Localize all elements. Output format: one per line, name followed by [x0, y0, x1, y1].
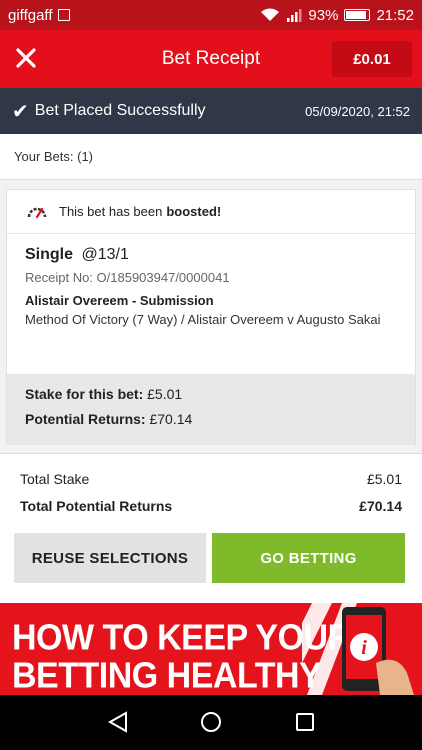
- app-header: Bet Receipt £0.01: [0, 30, 422, 88]
- total-stake-value: £5.01: [366, 471, 402, 487]
- back-icon[interactable]: [107, 711, 127, 733]
- bet-odds: @13/1: [81, 246, 129, 263]
- close-button[interactable]: [10, 42, 42, 74]
- responsible-gambling-banner[interactable]: HOW TO KEEP YOUR BETTING HEALTHY i: [0, 603, 422, 695]
- returns-value: £70.14: [149, 411, 193, 427]
- market-description: Method Of Victory (7 Way) / Alistair Ove…: [25, 312, 381, 327]
- returns-label: Potential Returns:: [25, 411, 146, 427]
- bet-card: This bet has been boosted! Single @13/1 …: [6, 189, 416, 445]
- image-notification-icon: [57, 9, 70, 21]
- bet-datetime: 05/09/2020, 21:52: [305, 103, 410, 119]
- signal-icon: [287, 9, 302, 22]
- status-right: 93% 21:52: [260, 7, 414, 24]
- stake-value: £5.01: [147, 386, 183, 402]
- system-nav-bar: [0, 695, 422, 750]
- total-stake-row: Total Stake £5.01: [0, 471, 422, 487]
- wifi-icon: [261, 8, 280, 21]
- status-bar: giffgaff 93% 21:52: [0, 0, 422, 30]
- bet-info: Single @13/1 Receipt No: O/185903947/000…: [7, 234, 415, 374]
- nav-buttons: [107, 711, 314, 733]
- bet-type: Single: [25, 246, 74, 263]
- carrier-name: giffgaff: [8, 6, 53, 24]
- carrier-group: giffgaff: [8, 7, 70, 24]
- selection-name: Alistair Overeem - Submission: [25, 293, 214, 308]
- success-message: Bet Placed Successfully: [34, 102, 206, 119]
- stake-label: Stake for this bet:: [25, 386, 144, 402]
- check-icon: ✔: [12, 100, 29, 123]
- banner-line-1: HOW TO KEEP YOUR: [12, 618, 352, 658]
- receipt-number: Receipt No: O/185903947/0000041: [25, 270, 230, 285]
- total-returns-row: Total Potential Returns £70.14: [0, 498, 422, 514]
- go-betting-button[interactable]: GO BETTING: [212, 533, 405, 583]
- recents-icon[interactable]: [296, 713, 314, 731]
- reuse-selections-button[interactable]: REUSE SELECTIONS: [14, 533, 206, 583]
- boost-text: This bet has been: [59, 204, 163, 219]
- home-icon[interactable]: [201, 712, 221, 732]
- boost-bold-text: boosted!: [166, 204, 222, 219]
- phone-illustration: i: [302, 603, 414, 695]
- speedometer-icon: [27, 207, 47, 218]
- total-stake-label: Total Stake: [20, 471, 90, 487]
- total-returns-label: Total Potential Returns: [20, 498, 173, 514]
- success-bar: ✔ Bet Placed Successfully 05/09/2020, 21…: [0, 88, 422, 134]
- banner-line-2: BETTING HEALTHY: [12, 656, 322, 695]
- stake-summary: Stake for this bet: £5.01 Potential Retu…: [7, 374, 415, 445]
- balance-button[interactable]: £0.01: [332, 41, 412, 77]
- page-title: Bet Receipt: [161, 48, 261, 69]
- svg-text:i: i: [361, 637, 367, 659]
- battery-icon: [344, 9, 371, 21]
- close-icon: [16, 48, 36, 68]
- your-bets-count: Your Bets: (1): [0, 134, 422, 180]
- boost-notice: This bet has been boosted!: [7, 190, 415, 234]
- total-returns-value: £70.14: [359, 498, 402, 514]
- battery-percent: 93%: [308, 6, 339, 24]
- status-time: 21:52: [376, 6, 414, 24]
